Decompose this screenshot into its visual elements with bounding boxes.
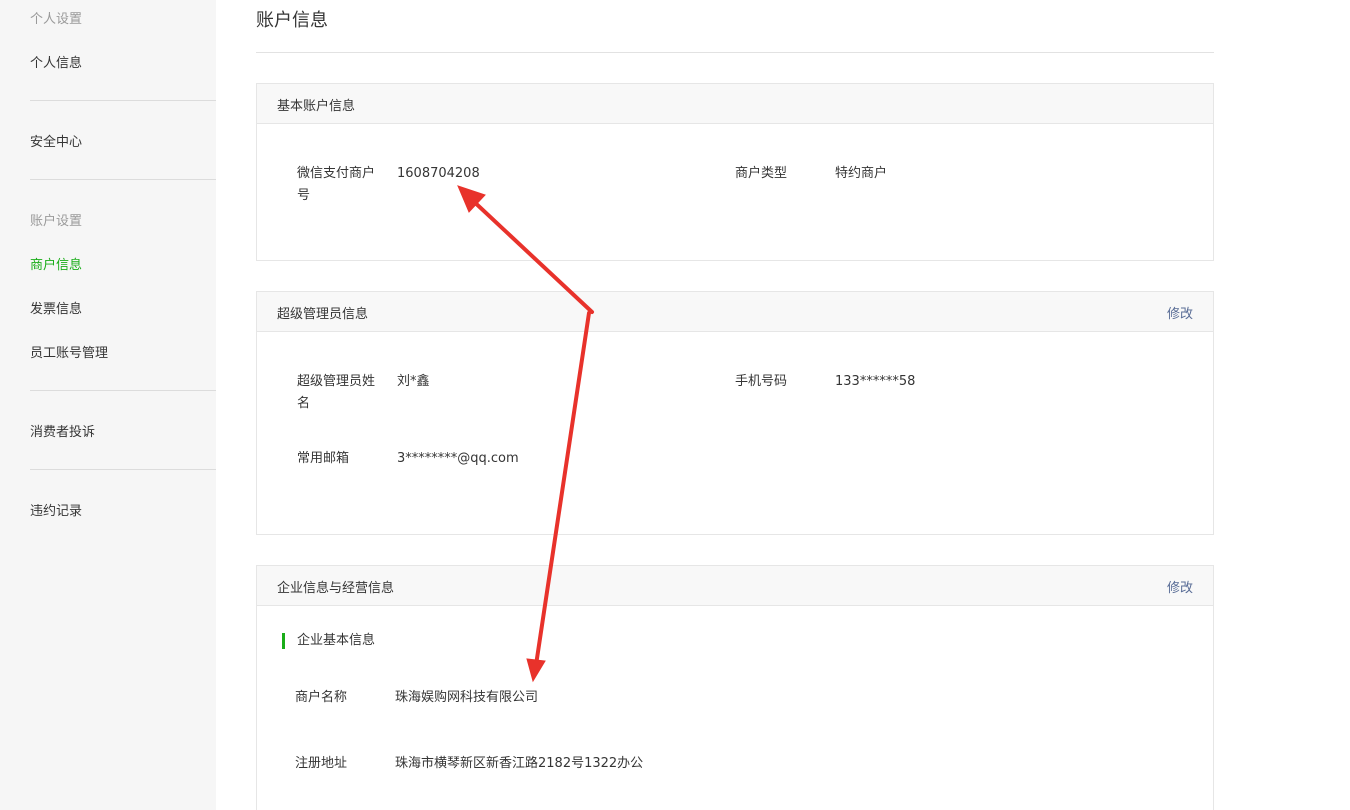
sidebar: 个人设置 个人信息 安全中心 账户设置 商户信息 发票信息 员工账号管理 消费者… [0,0,216,810]
sidebar-group-account: 账户设置 [30,214,83,229]
sidebar-divider [30,179,216,180]
edit-admin-link[interactable]: 修改 [1167,303,1193,322]
registered-address-label: 注册地址 [295,756,348,771]
panel-header: 基本账户信息 [257,84,1213,124]
sidebar-divider [30,390,216,391]
merchant-id-label: 微信支付商户号 [297,166,376,203]
merchant-type-value: 特约商户 [835,166,888,181]
page-title: 账户信息 [256,10,328,31]
email-label: 常用邮箱 [297,451,350,466]
super-admin-panel: 超级管理员信息 修改 超级管理员姓名 刘*鑫 手机号码 133******58 … [256,291,1214,535]
sidebar-item-merchant-info[interactable]: 商户信息 [30,254,82,273]
sidebar-item-invoice-info[interactable]: 发票信息 [30,298,82,317]
sidebar-item-security-center[interactable]: 安全中心 [30,131,82,150]
panel-title: 企业信息与经营信息 [277,581,395,596]
registered-address-value: 珠海市横琴新区新香江路2182号1322办公 [395,756,644,771]
title-divider [256,52,1214,53]
sidebar-item-personal-info[interactable]: 个人信息 [30,52,82,71]
panel-title: 基本账户信息 [277,99,356,114]
merchant-name-label: 商户名称 [295,690,348,705]
panel-title: 超级管理员信息 [277,307,369,322]
sidebar-divider [30,100,216,101]
sidebar-group-personal: 个人设置 [30,12,83,27]
phone-value: 133******58 [835,374,916,389]
panel-header: 超级管理员信息 修改 [257,292,1213,332]
basic-account-panel: 基本账户信息 微信支付商户号 1608704208 商户类型 特约商户 [256,83,1214,261]
enterprise-basic-subheading: 企业基本信息 [282,633,375,649]
admin-name-value: 刘*鑫 [397,374,430,389]
sidebar-divider [30,469,216,470]
admin-name-label: 超级管理员姓名 [297,374,376,411]
merchant-name-value: 珠海娱购网科技有限公司 [395,690,539,705]
merchant-id-value: 1608704208 [397,166,480,181]
panel-header: 企业信息与经营信息 修改 [257,566,1213,606]
sidebar-item-consumer-complaints[interactable]: 消费者投诉 [30,421,95,440]
merchant-type-label: 商户类型 [735,166,788,181]
email-value: 3********@qq.com [397,451,519,466]
sidebar-item-staff-accounts[interactable]: 员工账号管理 [30,342,108,361]
edit-enterprise-link[interactable]: 修改 [1167,577,1193,596]
sidebar-item-violation-records[interactable]: 违约记录 [30,500,82,519]
phone-label: 手机号码 [735,374,788,389]
